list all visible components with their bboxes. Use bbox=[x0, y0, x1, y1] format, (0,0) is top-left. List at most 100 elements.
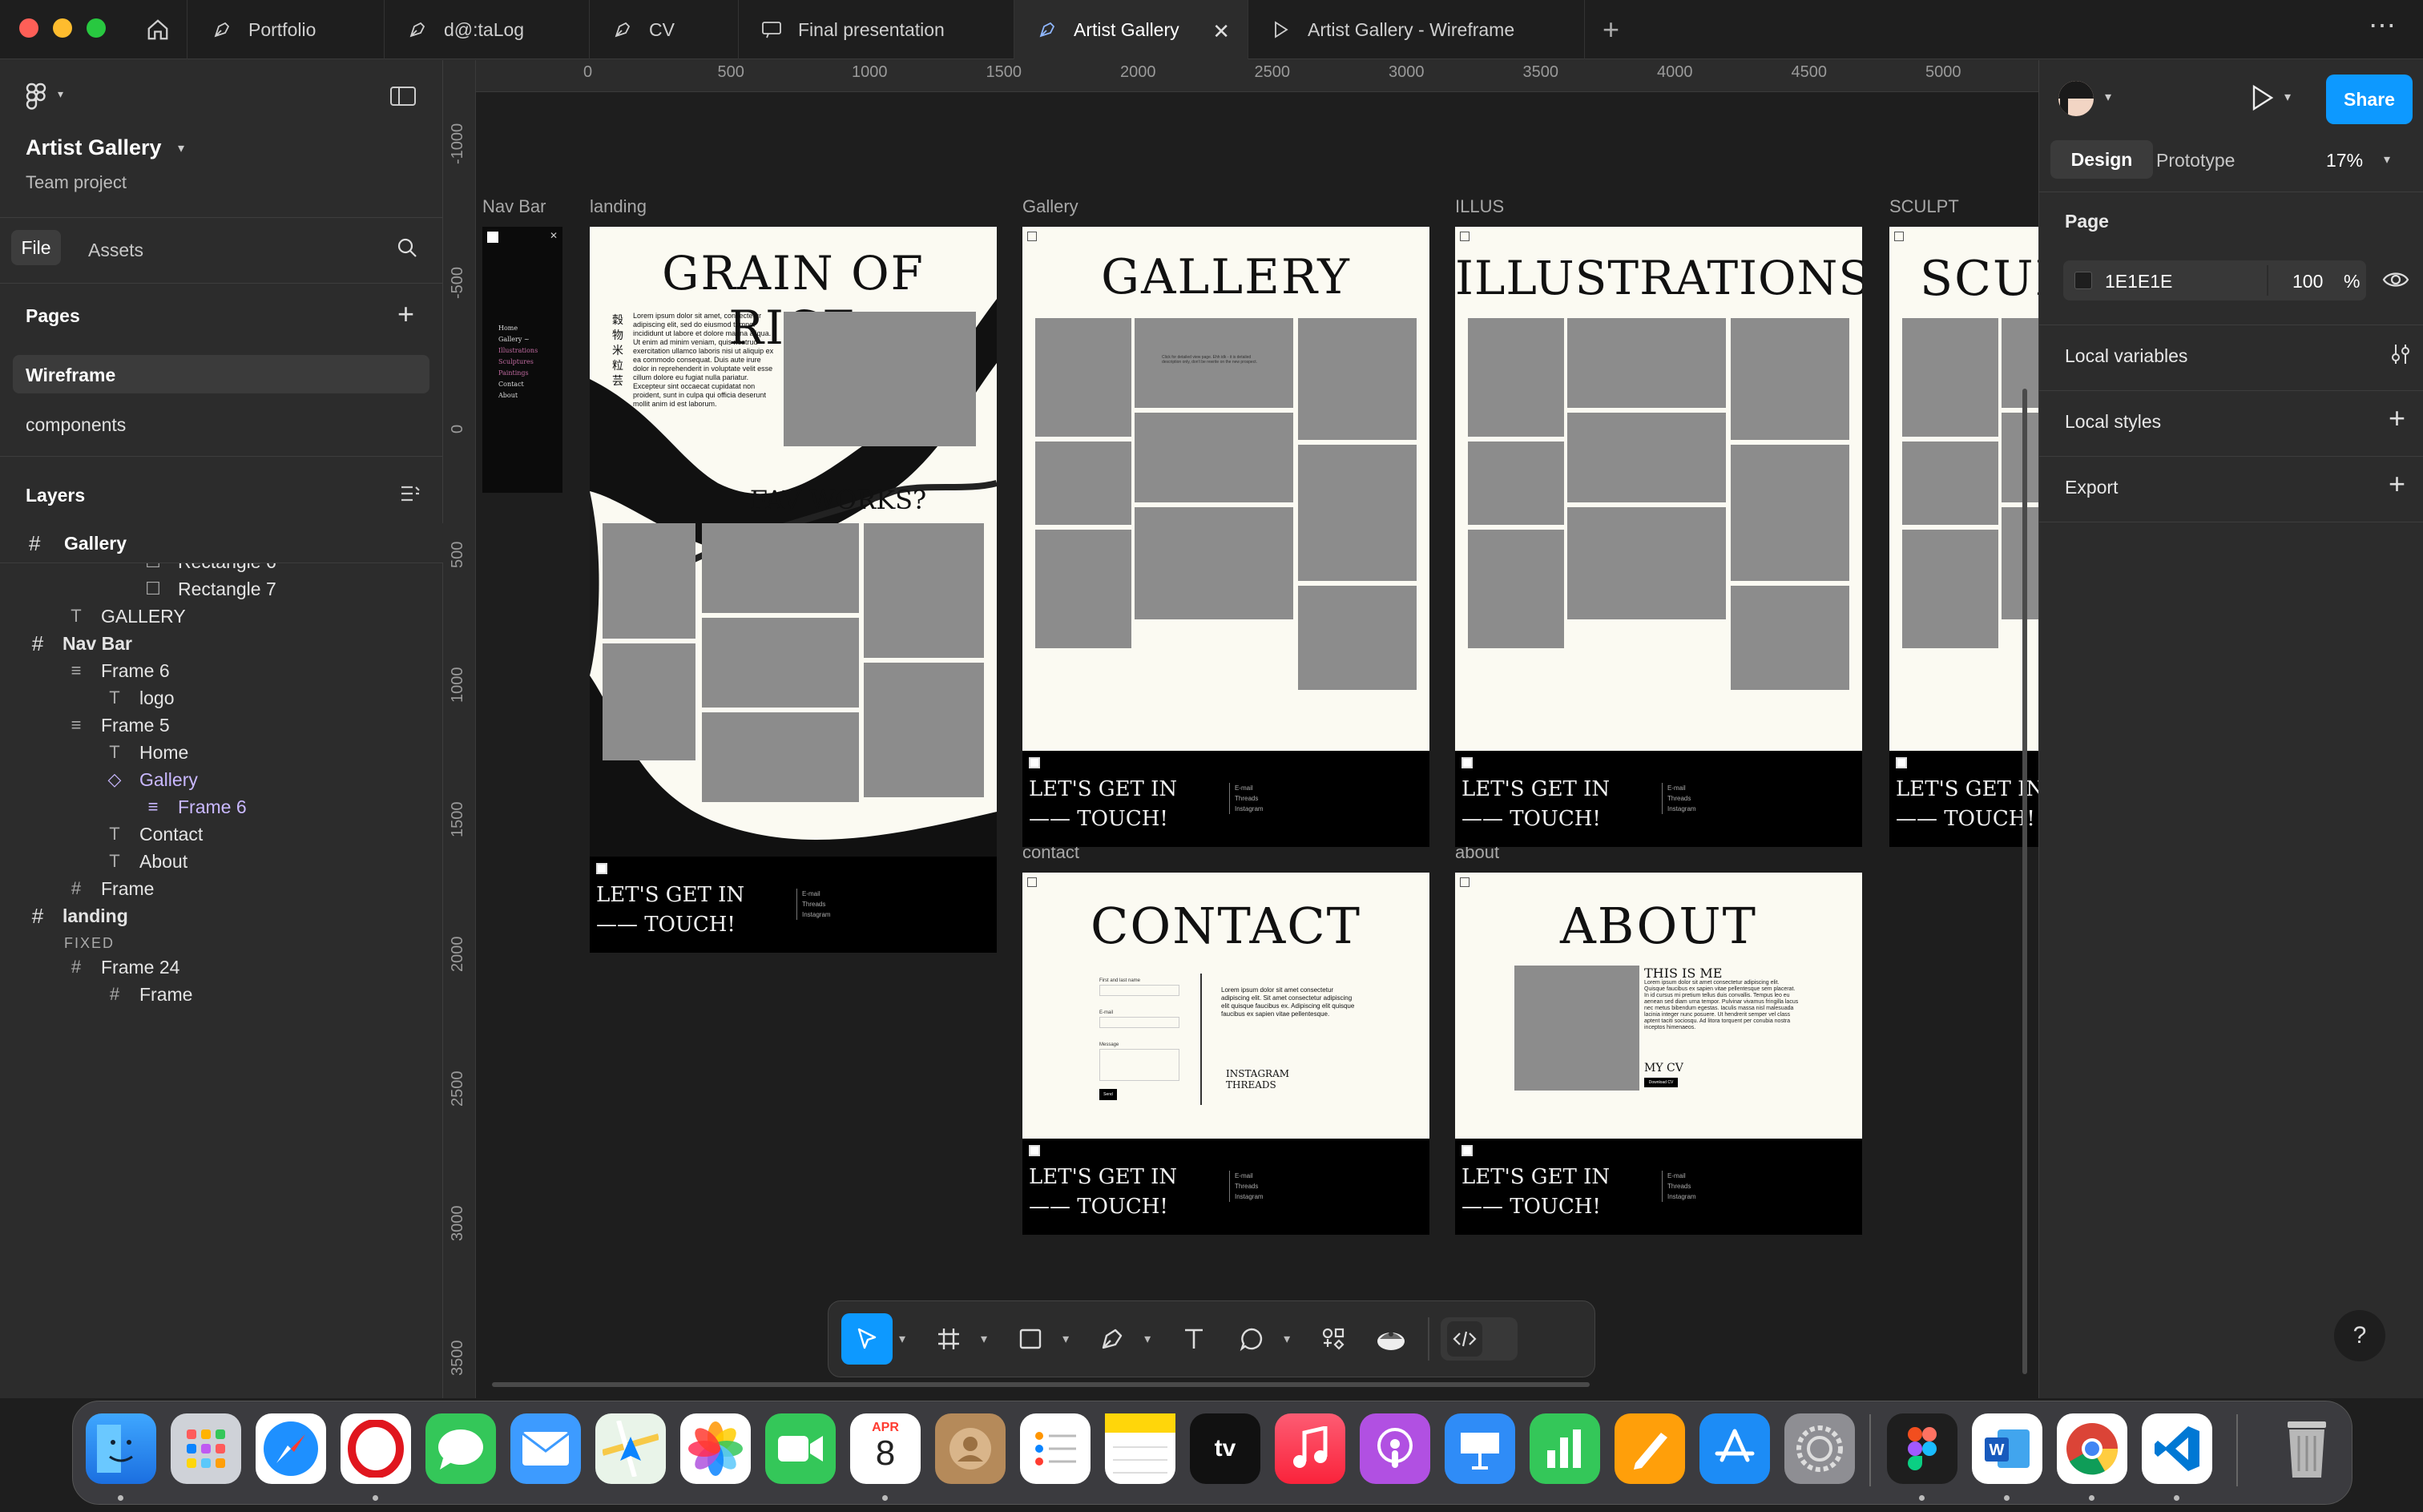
close-tab-icon[interactable]: ✕ bbox=[1212, 19, 1230, 44]
messages-app[interactable] bbox=[425, 1413, 496, 1484]
chevron-down-icon[interactable]: ▾ bbox=[1284, 1331, 1290, 1347]
chevron-down-icon[interactable]: ▾ bbox=[1062, 1331, 1069, 1347]
tab-cv[interactable]: CV bbox=[590, 0, 739, 59]
more-icon[interactable]: ⋯ bbox=[2369, 10, 2397, 42]
page-color-hex[interactable]: 1E1E1E bbox=[2105, 271, 2172, 292]
finder-app[interactable] bbox=[86, 1413, 156, 1484]
vscode-app[interactable] bbox=[2142, 1413, 2212, 1484]
horizontal-scrollbar[interactable] bbox=[492, 1382, 1590, 1387]
apple-tv-app[interactable]: tv bbox=[1190, 1413, 1260, 1484]
music-app[interactable] bbox=[1275, 1413, 1345, 1484]
pages-app[interactable] bbox=[1615, 1413, 1685, 1484]
add-page-icon[interactable]: + bbox=[397, 297, 414, 331]
chevron-down-icon[interactable]: ▾ bbox=[899, 1331, 905, 1347]
frame-label-illus[interactable]: ILLUS bbox=[1455, 196, 1504, 217]
add-style-icon[interactable]: + bbox=[2389, 401, 2405, 435]
chevron-down-icon[interactable]: ▾ bbox=[178, 140, 184, 156]
tab-final-presentation[interactable]: Final presentation bbox=[739, 0, 1014, 59]
maximize-window-button[interactable] bbox=[87, 18, 106, 38]
frame-about[interactable]: ABOUT THIS IS ME Lorem ipsum dolor sit a… bbox=[1455, 873, 1862, 1235]
local-variables[interactable]: Local variables bbox=[2065, 345, 2187, 367]
frame-sculpt[interactable]: SCUL LET'S GET IN —— TOUCH! bbox=[1889, 227, 2038, 847]
text-tool[interactable] bbox=[1168, 1313, 1220, 1365]
reminders-app[interactable] bbox=[1020, 1413, 1091, 1484]
mail-app[interactable] bbox=[510, 1413, 581, 1484]
export[interactable]: Export bbox=[2065, 477, 2118, 498]
plugin-tool[interactable] bbox=[1365, 1313, 1417, 1365]
close-window-button[interactable] bbox=[19, 18, 38, 38]
minimize-window-button[interactable] bbox=[53, 18, 72, 38]
chevron-down-icon[interactable]: ▾ bbox=[2284, 89, 2291, 105]
chevron-down-icon[interactable]: ▾ bbox=[1144, 1331, 1151, 1347]
present-button[interactable] bbox=[2251, 84, 2275, 115]
chevron-down-icon[interactable]: ▾ bbox=[2105, 89, 2111, 105]
podcasts-app[interactable] bbox=[1360, 1413, 1430, 1484]
layer-row[interactable]: # Frame bbox=[103, 978, 193, 1010]
notes-app[interactable] bbox=[1105, 1413, 1175, 1484]
maps-app[interactable] bbox=[595, 1413, 666, 1484]
frame-label-gallery[interactable]: Gallery bbox=[1022, 196, 1078, 217]
pen-tool[interactable] bbox=[1087, 1313, 1138, 1365]
toggle-sidebar-icon[interactable] bbox=[389, 86, 417, 111]
variables-icon[interactable] bbox=[2389, 342, 2413, 370]
frame-illustrations[interactable]: ILLUSTRATIONS LET'S GET IN —— TOUCH! E-m… bbox=[1455, 227, 1862, 847]
contacts-app[interactable] bbox=[935, 1413, 1006, 1484]
color-swatch[interactable] bbox=[2074, 272, 2092, 289]
trash-app[interactable] bbox=[2272, 1413, 2342, 1484]
tab-datalog[interactable]: d@:taLog bbox=[385, 0, 590, 59]
figma-app[interactable] bbox=[1887, 1413, 1957, 1484]
page-item-components[interactable]: components bbox=[26, 414, 126, 436]
figma-menu-button[interactable]: ▾ bbox=[26, 83, 63, 114]
zoom-level[interactable]: 17% bbox=[2326, 150, 2363, 171]
keynote-app[interactable] bbox=[1445, 1413, 1515, 1484]
project-name[interactable]: Artist Gallery bbox=[26, 135, 162, 160]
page-background-field[interactable]: 1E1E1E 100 % bbox=[2063, 260, 2366, 300]
comment-tool[interactable] bbox=[1226, 1313, 1277, 1365]
layers-list-icon[interactable] bbox=[399, 483, 421, 508]
tab-design[interactable]: Design bbox=[2050, 140, 2153, 179]
safari-app[interactable] bbox=[256, 1413, 326, 1484]
tab-assets[interactable]: Assets bbox=[88, 240, 143, 261]
tab-artist-gallery[interactable]: Artist Gallery ✕ bbox=[1014, 0, 1248, 59]
dev-mode-toggle[interactable] bbox=[1441, 1317, 1518, 1361]
canvas[interactable]: 0 500 1000 1500 2000 2500 3000 3500 4000 4500 5000… bbox=[444, 60, 2038, 1398]
eye-icon[interactable] bbox=[2382, 268, 2409, 295]
app-store-app[interactable] bbox=[1699, 1413, 1770, 1484]
tab-prototype[interactable]: Prototype bbox=[2156, 150, 2235, 171]
new-tab-icon[interactable]: + bbox=[1603, 13, 1619, 46]
word-app[interactable]: W bbox=[1972, 1413, 2042, 1484]
opera-app[interactable] bbox=[341, 1413, 411, 1484]
tab-portfolio[interactable]: Portfolio bbox=[189, 0, 385, 59]
numbers-app[interactable] bbox=[1530, 1413, 1600, 1484]
frame-label-landing[interactable]: landing bbox=[590, 196, 647, 217]
local-styles[interactable]: Local styles bbox=[2065, 411, 2161, 433]
photos-app[interactable] bbox=[680, 1413, 751, 1484]
add-export-icon[interactable]: + bbox=[2389, 467, 2405, 501]
frame-tool[interactable] bbox=[923, 1313, 974, 1365]
move-tool[interactable] bbox=[841, 1313, 893, 1365]
frame-label-navbar[interactable]: Nav Bar bbox=[482, 196, 546, 217]
share-button[interactable]: Share bbox=[2326, 75, 2413, 124]
page-item-wireframe[interactable]: Wireframe bbox=[13, 355, 429, 393]
launchpad-app[interactable] bbox=[171, 1413, 241, 1484]
tab-artist-gallery-wireframe[interactable]: Artist Gallery - Wireframe bbox=[1248, 0, 1585, 59]
chevron-down-icon[interactable]: ▾ bbox=[981, 1331, 987, 1347]
search-icon[interactable] bbox=[396, 236, 418, 263]
frame-gallery[interactable]: GALLERY Click for detailed view page. Eh… bbox=[1022, 227, 1429, 847]
chrome-app[interactable] bbox=[2057, 1413, 2127, 1484]
frame-contact[interactable]: CONTACT First and last name E-mail Messa… bbox=[1022, 873, 1429, 1235]
calendar-app[interactable]: APR 8 bbox=[850, 1413, 921, 1484]
actions-tool[interactable] bbox=[1308, 1313, 1359, 1365]
system-settings-app[interactable] bbox=[1784, 1413, 1855, 1484]
frame-label-sculpt[interactable]: SCULPT bbox=[1889, 196, 1959, 217]
vertical-scrollbar[interactable] bbox=[2022, 389, 2027, 1374]
help-button[interactable]: ? bbox=[2334, 1310, 2385, 1361]
frame-landing[interactable]: GRAIN OF RICE 穀物米粒芸 Lorem ipsum dolor si… bbox=[590, 227, 997, 953]
chevron-down-icon[interactable]: ▾ bbox=[2384, 151, 2390, 167]
shape-tool[interactable] bbox=[1005, 1313, 1056, 1365]
facetime-app[interactable] bbox=[765, 1413, 836, 1484]
frame-navbar[interactable]: ✕ Home Gallery ~ Illustrations Sculptures Pa… bbox=[482, 227, 562, 493]
avatar[interactable] bbox=[2058, 81, 2094, 116]
tab-file[interactable]: File bbox=[11, 230, 61, 265]
page-opacity[interactable]: 100 bbox=[2292, 271, 2323, 292]
